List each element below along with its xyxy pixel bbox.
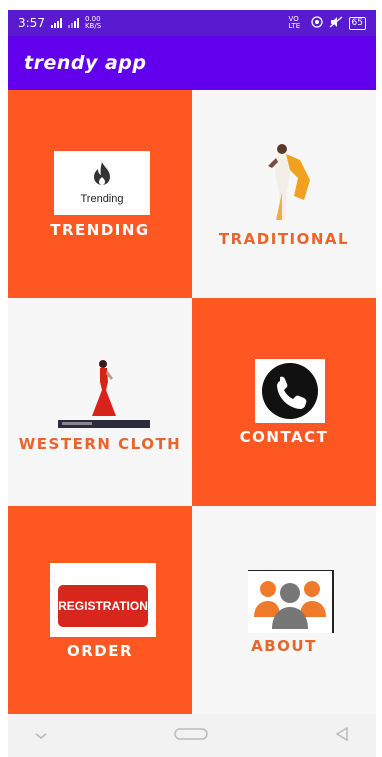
tile-western-cloth[interactable]: WESTERN CLOTH [8,298,192,506]
status-bar: 3:57 0.00 KB/S VO LTE 65 [8,10,376,36]
tile-trending[interactable]: Trending TRENDING [8,90,192,298]
volte-badge: VO LTE [288,15,301,30]
mute-icon [329,16,343,31]
traditional-label: TRADITIONAL [218,230,350,248]
trending-logo-text: Trending [80,193,124,205]
hotspot-icon [310,15,323,31]
order-label: ORDER [66,642,134,660]
people-icon [248,570,334,633]
back-triangle-icon[interactable] [334,726,350,746]
category-grid: Trending TRENDING TRADITIONAL WESTERN CL… [8,90,376,714]
registration-badge: REGISTRATION [58,585,148,627]
contact-label: CONTACT [239,428,329,446]
tile-about[interactable]: ABOUT [192,506,376,714]
saree-model-image [260,140,312,222]
battery-indicator: 65 [348,16,366,30]
trending-label: TRENDING [50,221,150,239]
chevron-down-icon[interactable] [34,726,48,745]
phone-icon [255,359,325,423]
app-title: trendy app [24,52,147,74]
trending-logo: Trending [54,151,150,215]
about-label: ABOUT [251,637,317,655]
western-cloth-label: WESTERN CLOTH [18,435,182,453]
status-time: 3:57 [18,16,45,30]
tile-traditional[interactable]: TRADITIONAL [192,90,376,298]
data-unit: KB/S [84,22,102,30]
signal-icon [50,18,62,28]
app-bar: trendy app [8,36,376,90]
signal-icon-2 [67,18,79,28]
flame-icon [94,162,110,185]
tile-order[interactable]: REGISTRATION ORDER [8,506,192,714]
home-pill-icon[interactable] [174,726,208,745]
nav-bar [8,714,376,757]
gown-model-image [58,358,150,428]
data-speed: 0.00 KB/S [85,16,101,30]
tile-contact[interactable]: CONTACT [192,298,376,506]
registration-image: REGISTRATION [50,563,156,637]
